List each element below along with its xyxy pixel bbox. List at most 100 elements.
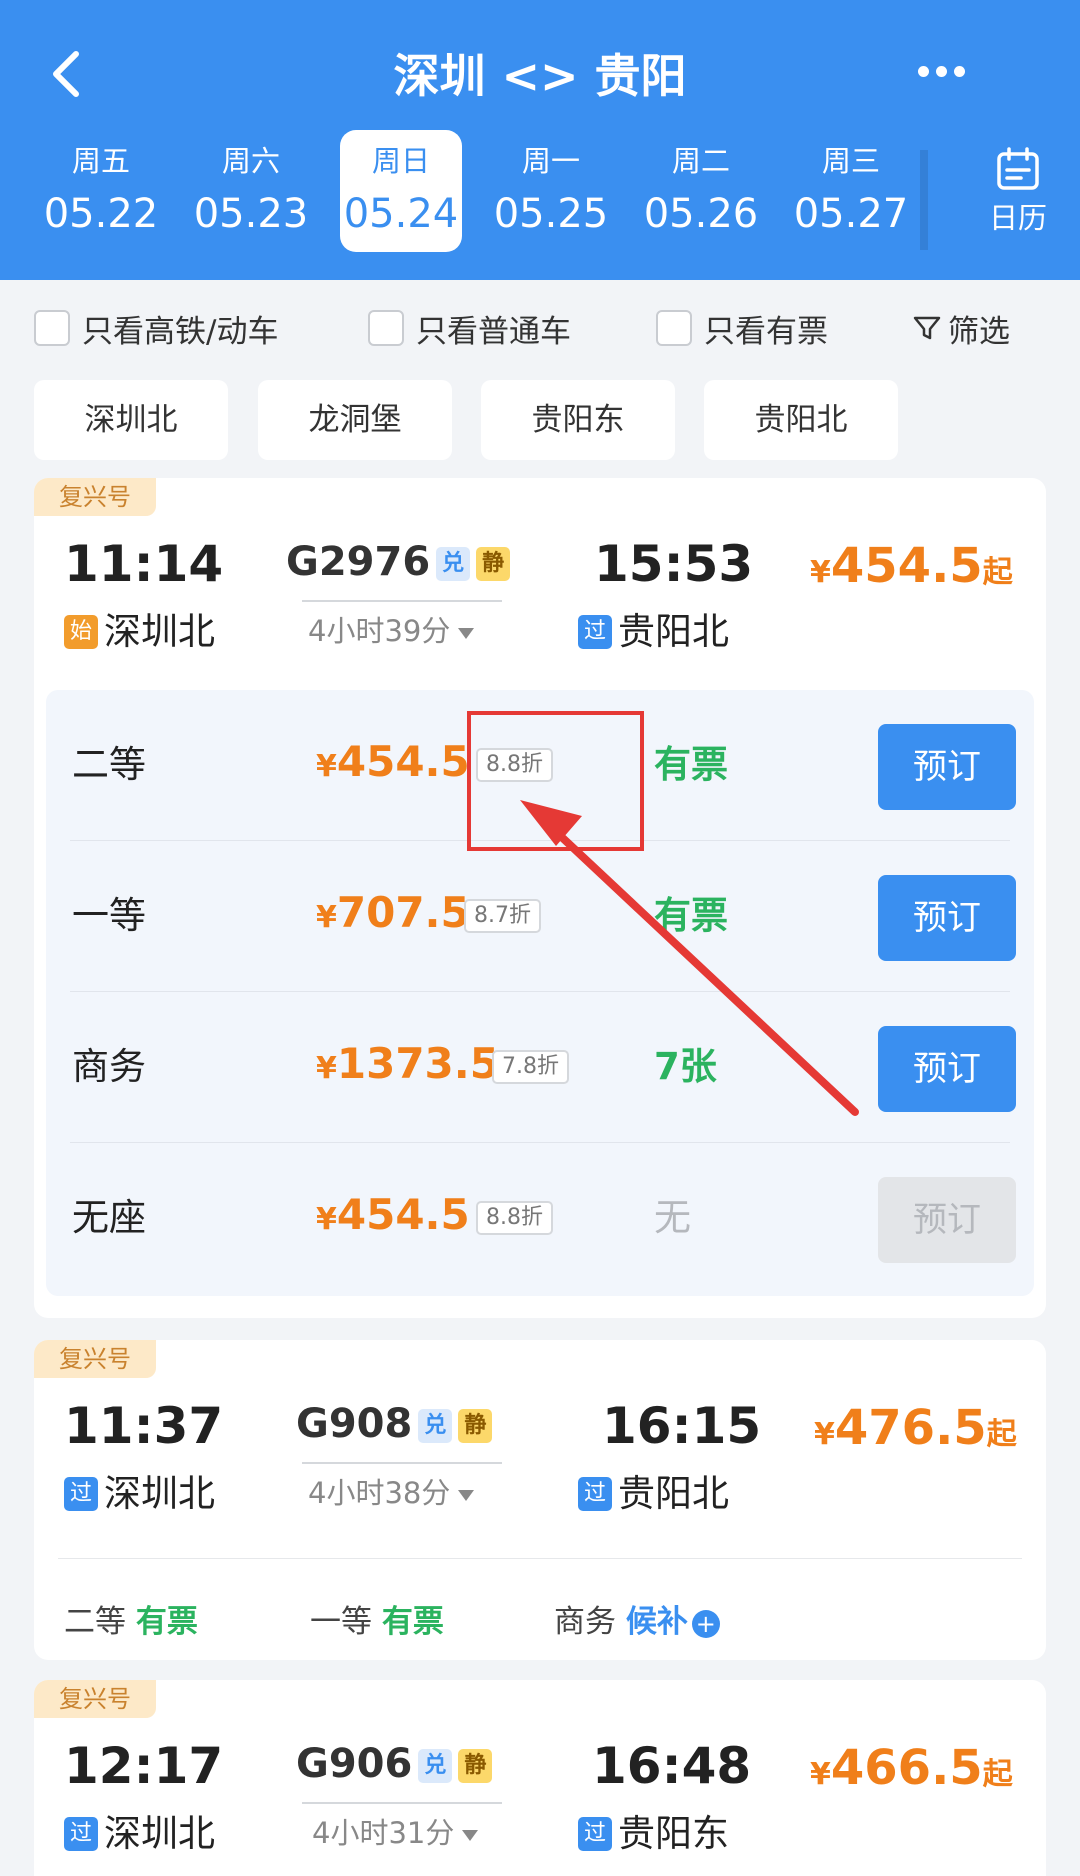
station-chip[interactable]: 龙洞堡 xyxy=(258,380,452,460)
calendar-button[interactable]: 日历 xyxy=(968,130,1068,252)
discount-tag: 8.8折 xyxy=(476,1201,553,1235)
price-suffix: 起 xyxy=(982,555,1013,590)
lowest-price: ¥454.5起 xyxy=(810,536,1013,607)
price-amount: 707.5 xyxy=(336,888,470,937)
book-button[interactable]: 预订 xyxy=(878,1026,1016,1112)
duration-toggle[interactable]: 4小时31分 xyxy=(312,1814,479,1852)
seat-price: ¥1373.5 xyxy=(316,1034,499,1103)
passing-badge: 过 xyxy=(578,1817,612,1851)
train-number-text: G906 xyxy=(296,1741,413,1787)
filter-button[interactable]: 筛选 xyxy=(912,306,1010,350)
lowest-price: ¥466.5起 xyxy=(810,1738,1013,1809)
date-tab-0526[interactable]: 周二 05.26 xyxy=(640,130,762,252)
departure-station-name: 深圳北 xyxy=(104,1472,215,1515)
checkbox-label: 只看普通车 xyxy=(416,313,571,350)
price-amount: 454.5 xyxy=(830,538,983,594)
divider xyxy=(920,150,928,250)
arrival-station-name: 贵阳北 xyxy=(618,610,729,653)
book-button[interactable]: 预订 xyxy=(878,724,1016,810)
price-amount: 454.5 xyxy=(336,737,470,786)
exchange-badge: 兑 xyxy=(418,1409,453,1443)
date-tab-0527[interactable]: 周三 05.27 xyxy=(790,130,912,252)
annotation-highlight-box xyxy=(467,711,644,851)
discount-tag: 7.8折 xyxy=(492,1050,569,1084)
train-card-g2976[interactable]: 复兴号 11:14 G2976 兑静 4小时39分 15:53 始 深圳北 过 贵… xyxy=(34,478,1046,1318)
date-weekday: 周二 xyxy=(671,144,730,178)
checkbox-label: 只看有票 xyxy=(704,313,828,350)
departure-station: 过 深圳北 xyxy=(64,1810,215,1858)
seat-class: 二等 xyxy=(64,1604,126,1640)
train-number: G2976 兑静 xyxy=(286,536,511,588)
calendar-icon xyxy=(997,147,1039,190)
checkbox-box xyxy=(34,310,70,346)
more-options-button[interactable] xyxy=(918,62,988,92)
funnel-icon xyxy=(913,316,941,340)
departure-time: 11:37 xyxy=(64,1397,224,1455)
train-type-tag: 复兴号 xyxy=(34,478,156,516)
station-chip[interactable]: 贵阳东 xyxy=(481,380,675,460)
seat-class: 商务 xyxy=(554,1604,616,1640)
train-card-g908[interactable]: 复兴号 11:37 G908 兑静 4小时38分 16:15 过 深圳北 过 贵阳… xyxy=(34,1340,1046,1660)
passing-badge: 过 xyxy=(64,1817,98,1851)
date-tab-0525[interactable]: 周一 05.25 xyxy=(490,130,612,252)
exchange-badge: 兑 xyxy=(418,1749,453,1783)
origin-badge: 始 xyxy=(64,615,98,649)
divider xyxy=(302,600,502,602)
seat-price: ¥707.5 xyxy=(316,883,470,952)
price-suffix: 起 xyxy=(986,1417,1017,1452)
seat-summary-business[interactable]: 商务 候补 + xyxy=(554,1600,720,1644)
date-value: 05.27 xyxy=(793,191,909,237)
seat-summary-second: 二等 有票 xyxy=(64,1600,198,1644)
arrival-time: 16:15 xyxy=(602,1397,762,1455)
price-amount: 1373.5 xyxy=(336,1039,499,1088)
arrival-station-name: 贵阳东 xyxy=(618,1812,729,1855)
station-chip[interactable]: 贵阳北 xyxy=(704,380,898,460)
duration-toggle[interactable]: 4小时39分 xyxy=(308,612,475,650)
waitlist-status: 候补 xyxy=(625,1604,688,1640)
regular-only-checkbox[interactable]: 只看普通车 xyxy=(368,306,571,350)
currency-symbol: ¥ xyxy=(316,900,337,935)
price-amount: 466.5 xyxy=(830,1740,983,1796)
station-chip[interactable]: 深圳北 xyxy=(34,380,228,460)
currency-symbol: ¥ xyxy=(316,1051,337,1086)
train-type-tag: 复兴号 xyxy=(34,1340,156,1378)
divider xyxy=(58,1558,1022,1559)
seat-row-standing: 无座 ¥454.5 8.8折 无 预订 xyxy=(46,1143,1034,1294)
available-only-checkbox[interactable]: 只看有票 xyxy=(656,306,828,350)
date-value: 05.22 xyxy=(43,191,159,237)
divider xyxy=(302,1802,502,1804)
seat-class: 一等 xyxy=(310,1604,372,1640)
arrival-station: 过 贵阳东 xyxy=(578,1810,729,1858)
caret-down-icon xyxy=(458,1489,475,1501)
train-number-text: G908 xyxy=(296,1401,413,1447)
station-chips: 深圳北 龙洞堡 贵阳东 贵阳北 xyxy=(0,380,1080,465)
arrival-station: 过 贵阳北 xyxy=(578,1470,729,1518)
date-selector: 周五 05.22 周六 05.23 周日 05.24 周一 05.25 周二 0… xyxy=(0,130,1080,255)
lowest-price: ¥476.5起 xyxy=(814,1398,1017,1469)
availability: 有票 xyxy=(135,1604,198,1640)
train-card-g906[interactable]: 复兴号 12:17 G906 兑静 4小时31分 16:48 过 深圳北 过 贵阳… xyxy=(34,1680,1046,1876)
plus-circle-icon[interactable]: + xyxy=(691,1609,720,1638)
price-suffix: 起 xyxy=(982,1757,1013,1792)
date-tab-0523[interactable]: 周六 05.23 xyxy=(190,130,312,252)
calendar-label: 日历 xyxy=(988,201,1047,235)
seat-class: 无座 xyxy=(72,1196,146,1239)
back-button[interactable] xyxy=(38,44,98,104)
seat-class: 二等 xyxy=(72,743,146,786)
high-speed-only-checkbox[interactable]: 只看高铁/动车 xyxy=(34,306,278,350)
date-weekday: 周日 xyxy=(371,144,430,178)
exchange-badge: 兑 xyxy=(436,547,471,581)
train-type-tag: 复兴号 xyxy=(34,1680,156,1718)
availability: 7张 xyxy=(654,1045,717,1088)
date-value: 05.25 xyxy=(493,191,609,237)
date-tab-0524-selected[interactable]: 周日 05.24 xyxy=(340,130,462,252)
duration-toggle[interactable]: 4小时38分 xyxy=(308,1474,475,1512)
date-tab-0522[interactable]: 周五 05.22 xyxy=(40,130,162,252)
currency-symbol: ¥ xyxy=(810,1757,831,1792)
departure-time: 11:14 xyxy=(64,535,224,593)
availability: 有票 xyxy=(381,1604,444,1640)
date-value: 05.23 xyxy=(193,191,309,237)
book-button[interactable]: 预订 xyxy=(878,875,1016,961)
passing-badge: 过 xyxy=(578,615,612,649)
currency-symbol: ¥ xyxy=(316,1202,337,1237)
